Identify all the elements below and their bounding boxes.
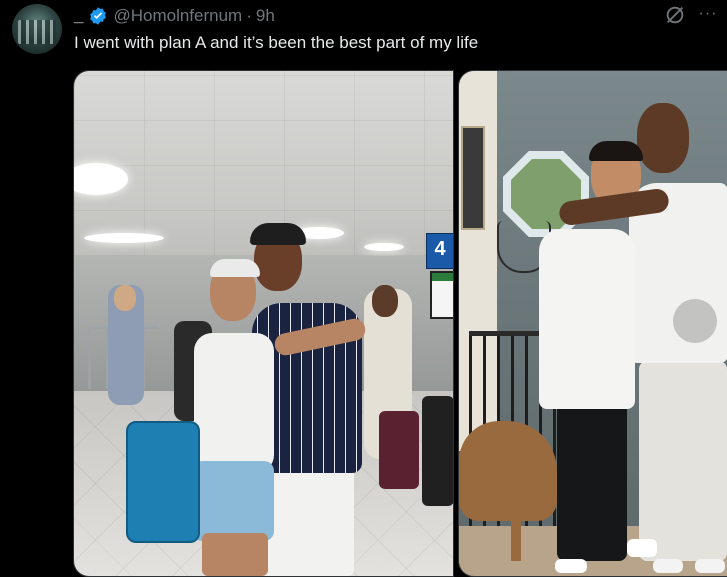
blue-suitcase	[126, 421, 200, 543]
shoe	[653, 559, 683, 573]
teen-shorts	[192, 461, 274, 541]
dog	[459, 421, 557, 521]
man-cap	[250, 223, 306, 245]
teen-hat	[210, 259, 260, 277]
teen-legs	[202, 533, 268, 576]
shoe	[695, 559, 725, 573]
teen-shirt	[539, 229, 635, 409]
wall-frame	[461, 126, 485, 230]
info-screen-bar	[432, 273, 453, 281]
avatar-image	[18, 20, 56, 44]
display-name[interactable]: _	[74, 6, 83, 26]
ceiling-light	[84, 233, 164, 243]
separator-dot: ·	[246, 6, 252, 25]
handle[interactable]: @Homolnfernum	[113, 6, 242, 26]
man-head	[637, 103, 689, 173]
teen-hair	[589, 141, 643, 161]
background-woman-head	[372, 285, 398, 317]
black-suitcase	[422, 396, 453, 506]
verified-badge-icon	[88, 6, 108, 26]
post-time[interactable]: 9h	[256, 6, 275, 26]
more-options-icon[interactable]: ···	[697, 4, 719, 26]
man-pants	[639, 361, 727, 561]
red-suitcase	[379, 411, 419, 489]
photo-2[interactable]	[458, 70, 727, 577]
post[interactable]: _ @Homolnfernum · 9h ··· I went with pla…	[0, 0, 727, 577]
photo-1[interactable]: 4	[73, 70, 454, 577]
info-screen	[430, 271, 453, 319]
post-header: _ @Homolnfernum · 9h	[74, 4, 275, 28]
ceiling-light	[364, 243, 404, 251]
teen-pants	[557, 401, 627, 561]
shoe	[555, 559, 587, 573]
gate-sign: 4	[426, 233, 453, 269]
media-overlay-button[interactable]	[673, 299, 717, 343]
avatar[interactable]	[12, 4, 62, 54]
shoe	[627, 539, 657, 557]
post-text: I went with plan A and it’s been the bes…	[74, 33, 479, 52]
teen-shirt	[194, 333, 274, 473]
background-person-head	[114, 285, 136, 311]
gate-number: 4	[434, 238, 446, 260]
grok-icon[interactable]	[664, 4, 686, 26]
dog-leg	[511, 501, 521, 561]
